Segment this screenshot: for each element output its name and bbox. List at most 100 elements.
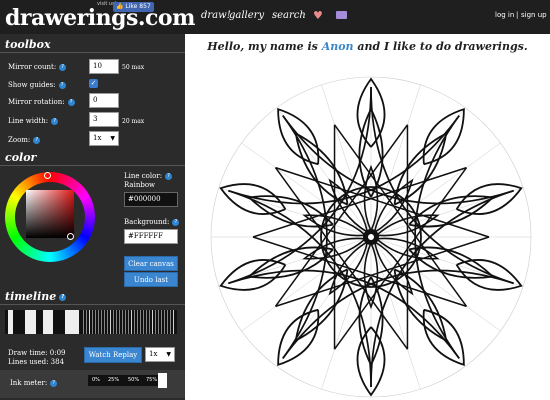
timeline-tick bbox=[140, 310, 141, 334]
undo-last-label: Undo last bbox=[133, 276, 169, 284]
ink-meter-text: Ink meter: bbox=[10, 379, 48, 387]
mandala-stroke bbox=[333, 167, 468, 350]
timeline-tick bbox=[116, 310, 117, 334]
nav-search[interactable]: search bbox=[272, 10, 306, 21]
timeline-tick bbox=[119, 310, 120, 334]
timeline-tick bbox=[110, 310, 111, 334]
show-guides-label: Show guides:? bbox=[8, 81, 66, 89]
background-label: Background:? bbox=[124, 218, 180, 226]
nav-draw[interactable]: draw! bbox=[201, 10, 231, 21]
color-handle[interactable] bbox=[67, 233, 74, 240]
clear-canvas-label: Clear canvas bbox=[128, 260, 174, 268]
ink-meter-bar: 0% 25% 50% 75% bbox=[88, 375, 158, 386]
lines-used: Lines used: 384 bbox=[8, 358, 65, 366]
timeline-tick bbox=[98, 310, 99, 334]
zoom-text: Zoom: bbox=[8, 136, 31, 144]
timeline-tick bbox=[89, 310, 90, 334]
line-color-input[interactable]: #000000 bbox=[124, 192, 178, 207]
auth-separator: | bbox=[516, 11, 519, 19]
ink-meter-end bbox=[158, 373, 167, 388]
line-width-input[interactable]: 3 bbox=[89, 112, 119, 127]
toolbox-title: toolbox bbox=[5, 38, 51, 51]
timeline-tick bbox=[146, 310, 147, 334]
artist-name[interactable]: Anon bbox=[322, 40, 354, 53]
mirror-count-input[interactable]: 10 bbox=[89, 59, 119, 74]
mandala-stroke bbox=[333, 124, 468, 307]
drawing-canvas[interactable] bbox=[185, 56, 550, 400]
line-color-label: Line color:? bbox=[124, 172, 173, 180]
timeline-tick bbox=[155, 310, 156, 334]
timeline-title: timeline? bbox=[5, 290, 67, 303]
timeline-tick bbox=[173, 310, 174, 334]
mirror-count-text: Mirror count: bbox=[8, 63, 57, 71]
zoom-select[interactable]: 1x ▼ bbox=[89, 131, 119, 146]
help-icon[interactable]: ? bbox=[172, 218, 180, 226]
ink-meter-label: Ink meter:? bbox=[10, 379, 58, 387]
mandala-stroke bbox=[274, 167, 409, 350]
line-color-mode: Rainbow bbox=[124, 181, 156, 189]
timeline-tick bbox=[107, 310, 108, 334]
timeline-tick bbox=[122, 310, 123, 334]
timeline-tick bbox=[152, 310, 153, 334]
timeline-segment bbox=[8, 310, 13, 334]
mirror-count-label: Mirror count:? bbox=[8, 63, 67, 71]
background-color-input[interactable]: #FFFFFF bbox=[124, 229, 178, 244]
headline-pre: Hello, my name is bbox=[207, 40, 322, 53]
line-width-label: Line width:? bbox=[8, 117, 59, 125]
chevron-down-icon: ▼ bbox=[110, 135, 115, 142]
mandala-stroke bbox=[247, 195, 334, 228]
help-icon[interactable]: ? bbox=[58, 81, 66, 89]
signup-link[interactable]: sign up bbox=[521, 11, 547, 19]
timeline-scrubber[interactable] bbox=[5, 310, 177, 334]
help-icon[interactable]: ? bbox=[59, 293, 67, 301]
timeline-tick bbox=[161, 310, 162, 334]
mirror-rotation-input[interactable]: 0 bbox=[89, 93, 119, 108]
timeline-tick bbox=[104, 310, 105, 334]
clear-canvas-button[interactable]: Clear canvas bbox=[124, 256, 178, 271]
timeline-tick bbox=[134, 310, 135, 334]
timeline-segment bbox=[25, 310, 36, 334]
timeline-tick bbox=[131, 310, 132, 334]
mandala-stroke bbox=[247, 246, 334, 279]
replay-speed-select[interactable]: 1x ▼ bbox=[145, 347, 175, 362]
heart-icon[interactable]: ♥ bbox=[313, 9, 323, 22]
help-icon[interactable]: ? bbox=[59, 63, 67, 71]
mirror-rotation-label: Mirror rotation:? bbox=[8, 98, 75, 106]
timeline-divider bbox=[0, 304, 185, 305]
timeline-tick bbox=[143, 310, 144, 334]
help-icon[interactable]: ? bbox=[50, 379, 58, 387]
help-icon[interactable]: ? bbox=[33, 136, 41, 144]
watch-replay-button[interactable]: Watch Replay bbox=[84, 347, 142, 363]
timeline-tick bbox=[83, 310, 84, 334]
help-icon[interactable]: ? bbox=[67, 98, 75, 106]
top-bar: visit us! 👍 Like 857 drawerings.com draw… bbox=[0, 0, 550, 34]
collection-icon[interactable] bbox=[336, 11, 347, 19]
timeline-tick bbox=[95, 310, 96, 334]
login-link[interactable]: log in bbox=[495, 11, 514, 19]
toolbox-divider bbox=[0, 52, 185, 53]
hue-handle[interactable] bbox=[44, 172, 51, 179]
show-guides-checkbox[interactable]: ✓ bbox=[89, 79, 98, 88]
page-headline: Hello, my name is Anon and I like to do … bbox=[185, 40, 550, 53]
nav-gallery[interactable]: gallery bbox=[229, 10, 264, 21]
mirror-count-max: 50 max bbox=[122, 64, 145, 71]
watch-replay-label: Watch Replay bbox=[88, 351, 138, 359]
help-icon[interactable]: ? bbox=[51, 117, 59, 125]
undo-last-button[interactable]: Undo last bbox=[124, 272, 178, 287]
timeline-tick bbox=[137, 310, 138, 334]
line-width-text: Line width: bbox=[8, 117, 49, 125]
ink-tick: 0% bbox=[92, 377, 100, 383]
replay-speed-value: 1x bbox=[149, 350, 158, 358]
timeline-tick bbox=[167, 310, 168, 334]
mandala-stroke bbox=[408, 246, 495, 279]
color-divider bbox=[0, 165, 185, 166]
ink-tick: 25% bbox=[108, 377, 120, 383]
saturation-value-picker[interactable] bbox=[26, 190, 74, 238]
line-width-max: 20 max bbox=[122, 118, 145, 125]
line-color-text: Line color: bbox=[124, 172, 163, 180]
draw-time: Draw time: 0:09 bbox=[8, 349, 66, 357]
timeline-tick bbox=[125, 310, 126, 334]
color-title: color bbox=[5, 151, 37, 164]
site-logo[interactable]: drawerings.com bbox=[5, 6, 195, 30]
help-icon[interactable]: ? bbox=[165, 172, 173, 180]
